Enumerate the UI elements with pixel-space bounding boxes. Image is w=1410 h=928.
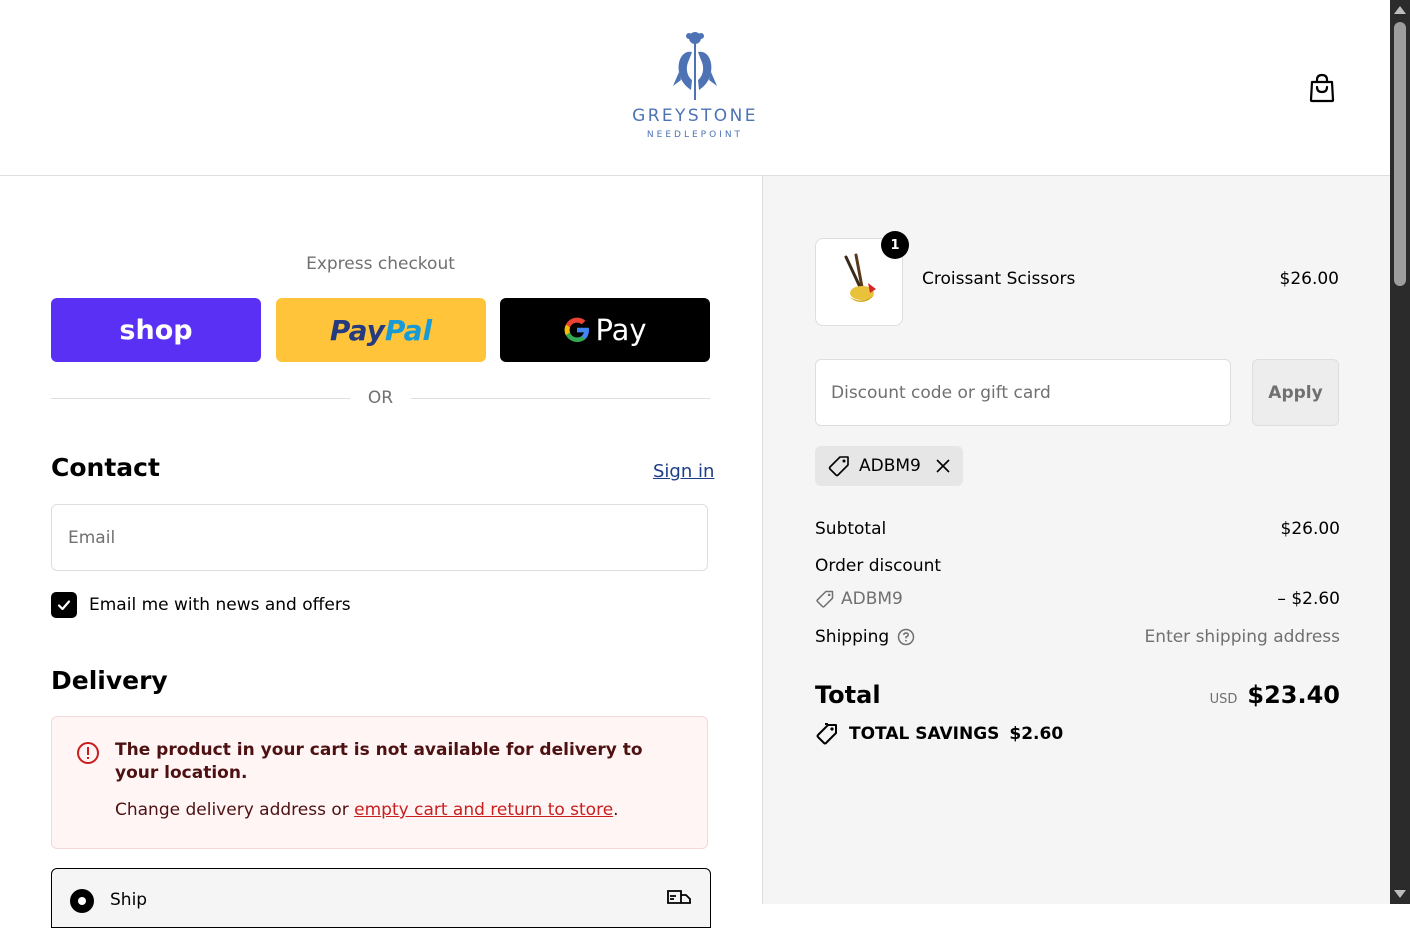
order-summary: 1 Croissant Scissors $26.00 Apply ADBM9 …: [762, 176, 1390, 904]
currency-code: USD: [1209, 692, 1238, 707]
checkmark-icon: [57, 600, 71, 611]
tag-icon: [816, 590, 834, 608]
shipping-row: Shipping Enter shipping address: [815, 627, 1340, 647]
discount-value: – $2.60: [1277, 589, 1340, 609]
error-message-prefix: Change delivery address or: [115, 800, 355, 820]
express-checkout-title: Express checkout: [306, 254, 455, 274]
order-discount-row: Order discount: [815, 556, 1340, 576]
google-pay-label: Pay: [595, 313, 647, 347]
scroll-down-arrow[interactable]: [1394, 890, 1406, 898]
applied-discount-chip: ADBM9: [815, 446, 963, 486]
total-value-wrap: USD $23.40: [1210, 681, 1340, 709]
remove-discount-button[interactable]: [935, 458, 951, 474]
paypal-button[interactable]: Pay Pal: [276, 298, 486, 362]
savings-value: $2.60: [1009, 724, 1064, 744]
subtotal-row: Subtotal $26.00: [815, 519, 1340, 539]
ship-radio[interactable]: [70, 889, 94, 913]
cart-button[interactable]: [1304, 70, 1340, 106]
help-icon[interactable]: [897, 628, 915, 646]
subtotal-label: Subtotal: [815, 519, 887, 539]
discount-code-label: ADBM9: [841, 589, 903, 609]
total-label: Total: [815, 681, 881, 709]
newsletter-option[interactable]: Email me with news and offers: [51, 592, 351, 618]
paypal-label-pay: Pay: [329, 313, 385, 347]
google-pay-button[interactable]: Pay: [500, 298, 710, 362]
order-discount-label: Order discount: [815, 556, 942, 576]
tag-icon: [828, 456, 849, 477]
error-title: The product in your cart is not availabl…: [115, 740, 643, 783]
product-name: Croissant Scissors: [922, 269, 1076, 289]
discount-code-wrap: ADBM9: [815, 589, 903, 609]
newsletter-checkbox[interactable]: [51, 592, 77, 618]
discount-code-row: ADBM9 – $2.60: [815, 589, 1340, 614]
savings-label: TOTAL SAVINGS: [849, 724, 1000, 744]
bird-crest-icon: [673, 32, 717, 100]
error-icon: [77, 742, 99, 764]
brand-name: GREYSTONE: [632, 106, 758, 126]
store-logo[interactable]: GREYSTONE NEEDLEPOINT: [617, 30, 773, 140]
delivery-heading: Delivery: [51, 666, 168, 695]
or-divider: OR: [51, 388, 711, 408]
page-scrollbar[interactable]: [1390, 0, 1410, 904]
error-message: Change delivery address or empty cart an…: [115, 800, 619, 820]
delivery-truck-icon: [667, 890, 691, 904]
paypal-label-pal: Pal: [384, 313, 433, 347]
checkout-main: Express checkout shop Pay Pal Pay OR Cont…: [0, 176, 762, 928]
subtotal-value: $26.00: [1280, 519, 1340, 539]
shipping-value: Enter shipping address: [1144, 627, 1340, 647]
contact-heading: Contact: [51, 453, 160, 482]
newsletter-label: Email me with news and offers: [89, 595, 351, 615]
delivery-error-banner: The product in your cart is not availabl…: [51, 716, 708, 849]
empty-cart-link[interactable]: empty cart and return to store: [354, 800, 613, 820]
or-label: OR: [367, 388, 394, 408]
email-field[interactable]: [51, 504, 708, 571]
total-row: Total USD $23.40: [815, 681, 1340, 709]
close-icon: [936, 459, 950, 473]
applied-code-label: ADBM9: [859, 456, 921, 476]
ship-option[interactable]: Ship: [51, 868, 711, 928]
product-price: $26.00: [1279, 269, 1339, 289]
discount-code-input[interactable]: [815, 359, 1231, 426]
site-header: GREYSTONE NEEDLEPOINT: [0, 0, 1390, 176]
ship-label: Ship: [110, 890, 148, 910]
savings-tag-icon: [816, 723, 837, 745]
quantity-badge: 1: [881, 231, 909, 259]
sign-in-link[interactable]: Sign in: [653, 461, 714, 482]
shopping-bag-icon: [1309, 73, 1335, 103]
shipping-label-wrap: Shipping: [815, 627, 915, 647]
scroll-up-arrow[interactable]: [1394, 6, 1406, 14]
shop-pay-label: shop: [119, 314, 193, 346]
error-message-suffix: .: [613, 800, 619, 820]
shipping-label: Shipping: [815, 627, 890, 647]
scroll-thumb[interactable]: [1394, 22, 1406, 286]
google-g-icon: [565, 317, 590, 342]
brand-subtitle: NEEDLEPOINT: [646, 130, 744, 140]
total-value: $23.40: [1247, 681, 1340, 709]
total-savings: TOTAL SAVINGS $2.60: [815, 722, 1063, 746]
shop-pay-button[interactable]: shop: [51, 298, 261, 362]
apply-discount-button[interactable]: Apply: [1252, 359, 1339, 426]
